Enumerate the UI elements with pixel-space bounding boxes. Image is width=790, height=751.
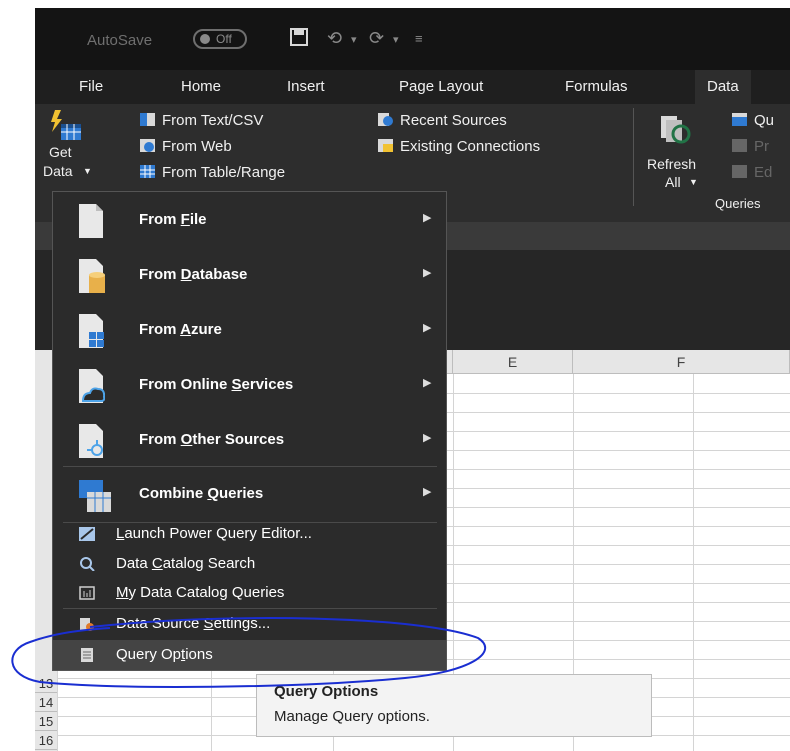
ink-annotation-circle bbox=[11, 617, 487, 688]
